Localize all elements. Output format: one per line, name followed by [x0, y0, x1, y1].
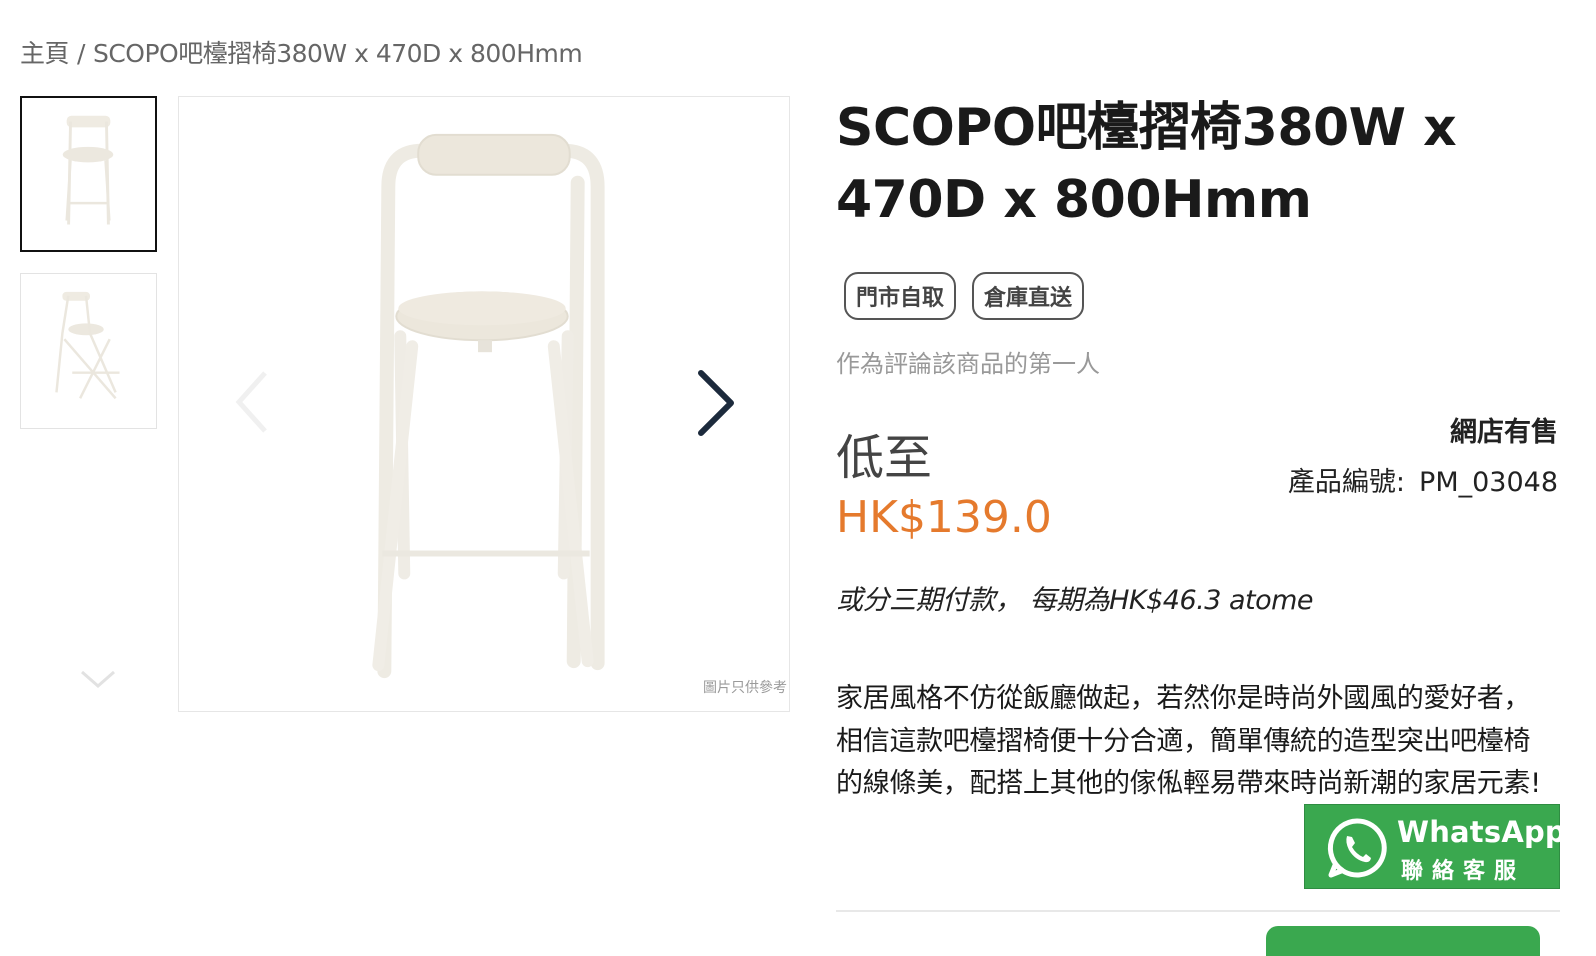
price-from-label: 低至: [836, 430, 933, 486]
tag-warehouse-delivery: 倉庫直送: [972, 272, 1085, 320]
thumbnail-folded[interactable]: [20, 273, 157, 429]
section-divider: [836, 910, 1560, 912]
tag-store-pickup: 門市自取: [844, 272, 957, 320]
delivery-tags: 門市自取 倉庫直送: [844, 272, 1085, 320]
write-first-review-link[interactable]: 作為評論該商品的第一人: [836, 344, 1100, 379]
image-watermark: 圖片只供參考: [703, 680, 787, 696]
product-description: 家居風格不仿從飯廳做起，若然你是時尚外國風的愛好者，相信這款吧檯摺椅便十分合適，…: [836, 683, 1541, 799]
product-price: HK$139.0: [836, 492, 1052, 543]
thumbnail-front[interactable]: [20, 96, 157, 252]
whatsapp-title: WhatsApp: [1397, 815, 1566, 849]
installment-info: 或分三期付款， 每期為HK$46.3 atome: [836, 585, 1314, 616]
sku-value: PM_03048: [1419, 467, 1558, 498]
chevron-left-icon[interactable]: [231, 367, 271, 437]
breadcrumb-separator: /: [77, 39, 85, 68]
chair-folded-thumbnail-image: [55, 291, 120, 400]
sku-label: 產品編號:: [1287, 467, 1406, 498]
main-product-image: 圖片只供參考: [178, 96, 790, 712]
chair-front-thumbnail-image: [62, 115, 114, 225]
product-sku: 產品編號: PM_03048: [1288, 460, 1558, 499]
whatsapp-subtitle: 聯絡客服: [1401, 859, 1526, 884]
online-availability: 網店有售: [1450, 417, 1558, 448]
whatsapp-contact-button[interactable]: WhatsApp 聯絡客服: [1304, 804, 1566, 889]
breadcrumb-current: SCOPO吧檯摺椅380W x 470D x 800Hmm: [92, 39, 583, 68]
bottom-action-button[interactable]: [1266, 926, 1540, 956]
product-title: SCOPO吧檯摺椅380W x 470D x 800Hmm: [836, 98, 1457, 230]
chevron-down-icon[interactable]: [78, 664, 118, 694]
breadcrumb-home-link[interactable]: 主頁: [20, 39, 70, 68]
whatsapp-icon: [1327, 818, 1387, 878]
breadcrumb: 主頁 / SCOPO吧檯摺椅380W x 470D x 800Hmm: [20, 34, 583, 70]
chevron-right-icon[interactable]: [691, 367, 741, 439]
